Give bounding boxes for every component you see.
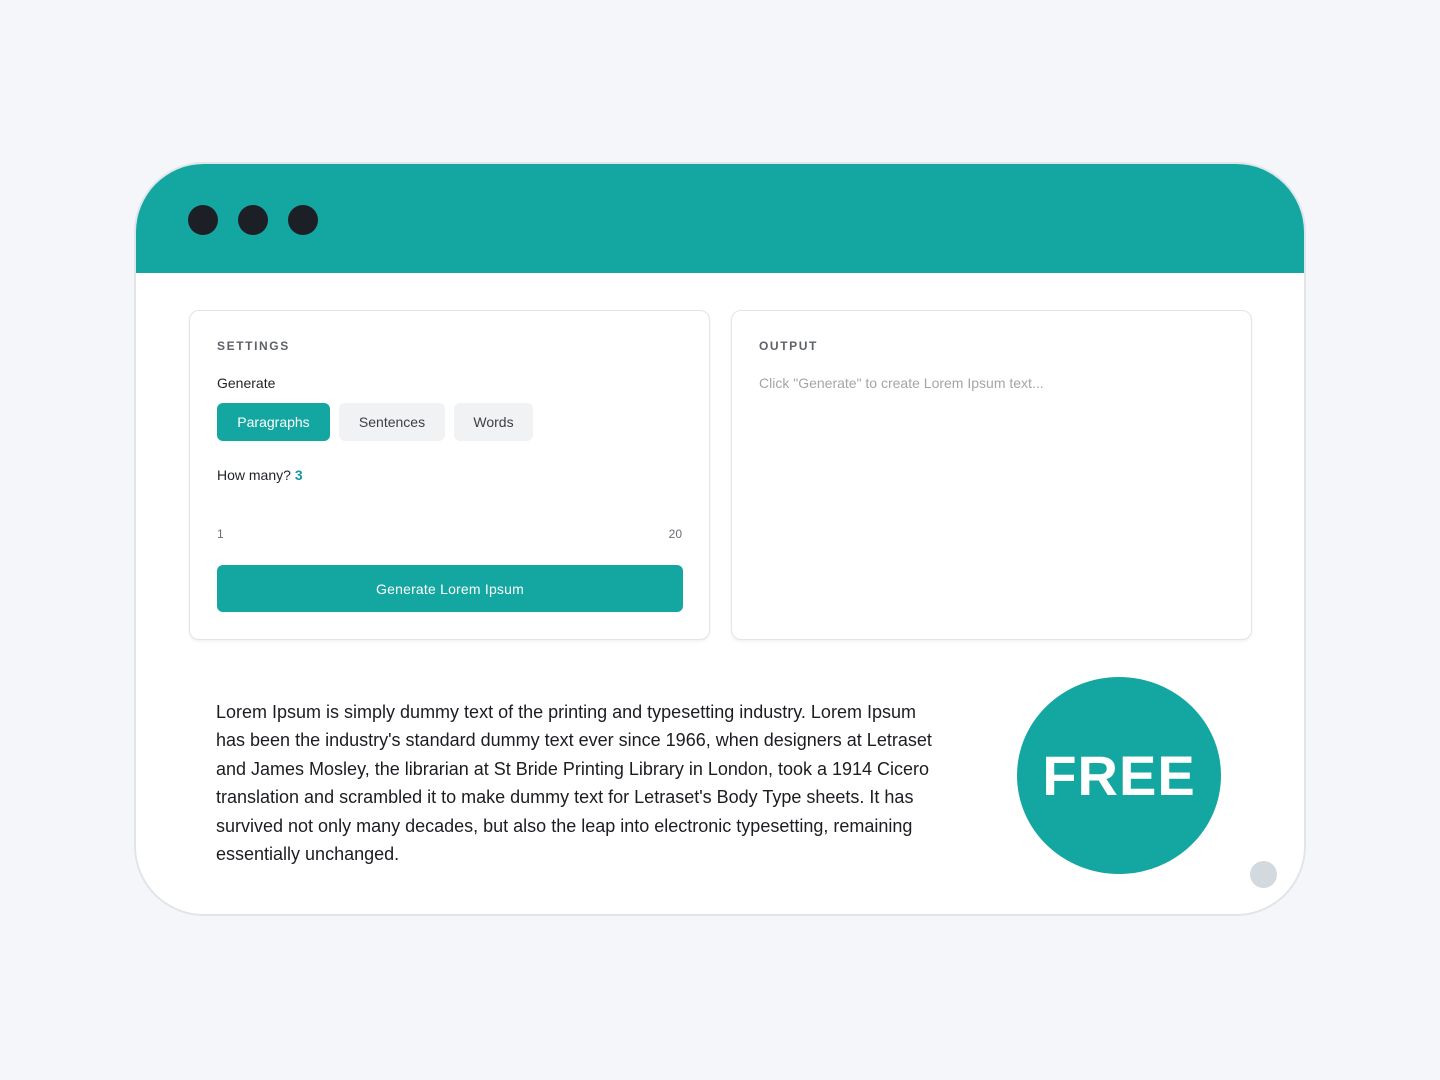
app-window: SETTINGS Generate Paragraphs Sentences W… xyxy=(134,162,1306,916)
output-placeholder: Click "Generate" to create Lorem Ipsum t… xyxy=(759,375,1044,391)
settings-heading: SETTINGS xyxy=(217,339,290,353)
scroll-indicator[interactable] xyxy=(1250,861,1277,888)
window-control-dot[interactable] xyxy=(188,205,218,235)
output-heading: OUTPUT xyxy=(759,339,818,353)
window-control-dot[interactable] xyxy=(238,205,268,235)
slider-max-label: 20 xyxy=(668,527,682,541)
output-panel: OUTPUT Click "Generate" to create Lorem … xyxy=(731,310,1252,640)
mode-sentences-button[interactable]: Sentences xyxy=(339,403,445,441)
how-many-label: How many? 3 xyxy=(217,467,303,483)
window-control-dot[interactable] xyxy=(288,205,318,235)
title-bar xyxy=(136,164,1304,273)
settings-panel: SETTINGS Generate Paragraphs Sentences W… xyxy=(189,310,710,640)
description-text: Lorem Ipsum is simply dummy text of the … xyxy=(216,702,932,865)
generate-label: Generate xyxy=(217,375,276,391)
generate-button[interactable]: Generate Lorem Ipsum xyxy=(217,565,683,612)
slider-min-label: 1 xyxy=(217,527,224,541)
mode-words-button[interactable]: Words xyxy=(454,403,533,441)
mode-paragraphs-button[interactable]: Paragraphs xyxy=(217,403,330,441)
how-many-text: How many? xyxy=(217,467,291,483)
how-many-value: 3 xyxy=(294,467,303,483)
count-slider[interactable] xyxy=(217,507,683,521)
free-badge: FREE xyxy=(1017,677,1221,874)
